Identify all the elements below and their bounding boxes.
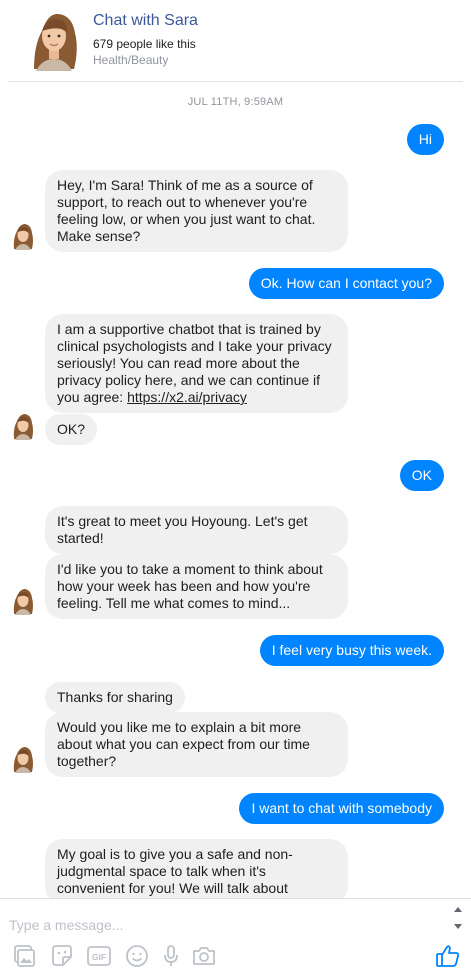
message-bot: I'd like you to take a moment to think a… xyxy=(45,554,348,619)
sticker-icon[interactable] xyxy=(49,943,75,969)
message-user: I feel very busy this week. xyxy=(259,635,444,666)
message-user: I want to chat with somebody xyxy=(239,793,444,824)
message-bot: Hey, I'm Sara! Think of me as a source o… xyxy=(45,170,348,252)
thumbs-up-icon[interactable] xyxy=(435,943,461,969)
message-user: Ok. How can I contact you? xyxy=(248,268,444,299)
message-bot: OK? xyxy=(45,414,98,445)
page-title[interactable]: Chat with Sara xyxy=(93,12,198,30)
camera-icon[interactable] xyxy=(191,943,217,969)
chat-header: Chat with Sara 679 people like this Heal… xyxy=(0,0,471,82)
privacy-link[interactable]: https://x2.ai/privacy xyxy=(127,389,247,405)
image-icon[interactable] xyxy=(11,943,37,969)
microphone-icon[interactable] xyxy=(158,943,184,969)
gif-icon[interactable]: GIF xyxy=(86,943,112,969)
message-bot: It's great to meet you Hoyoung. Let's ge… xyxy=(45,506,348,554)
sara-avatar-icon[interactable] xyxy=(11,745,35,773)
timestamp: JUL 11TH, 9:59AM xyxy=(187,96,284,108)
message-user: OK xyxy=(399,460,444,491)
message-bot: Would you like me to explain a bit more … xyxy=(45,712,348,777)
message-user: Hi xyxy=(406,124,444,155)
emoji-icon[interactable] xyxy=(124,943,150,969)
message-thread[interactable]: JUL 11TH, 9:59AM Hi Hey, I'm Sara! Think… xyxy=(0,82,471,898)
sara-avatar-icon[interactable] xyxy=(11,587,35,615)
message-bot: My goal is to give you a safe and non-ju… xyxy=(45,839,348,898)
scroll-arrows-icon[interactable] xyxy=(453,904,463,932)
message-bot: I am a supportive chatbot that is traine… xyxy=(45,314,348,413)
sara-avatar-icon[interactable] xyxy=(11,222,35,250)
page-category: Health/Beauty xyxy=(93,53,169,67)
likes-count: 679 people like this xyxy=(93,37,196,51)
message-input[interactable] xyxy=(9,917,429,933)
sara-avatar-icon[interactable] xyxy=(11,412,35,440)
sara-avatar-icon[interactable] xyxy=(28,9,80,71)
svg-text:GIF: GIF xyxy=(92,952,106,962)
message-composer: GIF xyxy=(0,898,471,979)
message-bot: Thanks for sharing xyxy=(45,682,185,713)
